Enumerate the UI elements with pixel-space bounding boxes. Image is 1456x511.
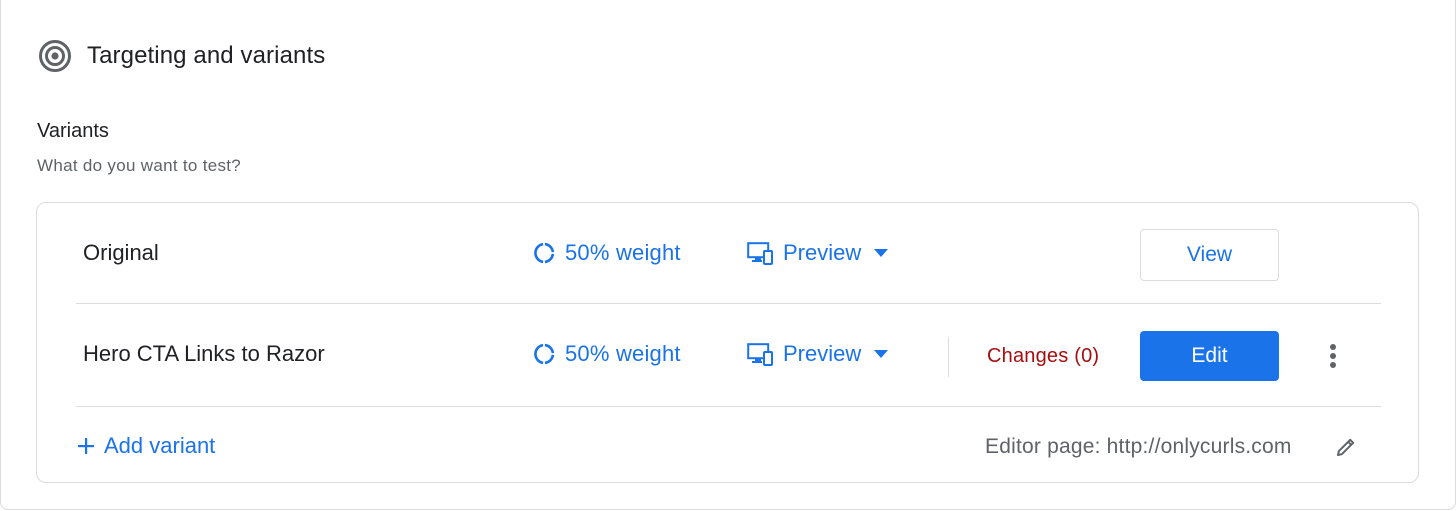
row-divider bbox=[76, 303, 1381, 304]
preview-label: Preview bbox=[783, 240, 862, 265]
changes-link[interactable]: Changes (0) bbox=[987, 345, 1099, 368]
variant-name: Original bbox=[83, 240, 159, 265]
vertical-separator bbox=[948, 337, 949, 377]
preview-dropdown[interactable]: Preview bbox=[747, 240, 889, 266]
variants-description: What do you want to test? bbox=[37, 156, 242, 175]
more-options-button[interactable] bbox=[1320, 341, 1346, 371]
view-button[interactable]: View bbox=[1140, 229, 1279, 281]
variant-name: Hero CTA Links to Razor bbox=[83, 341, 325, 366]
section-header: Targeting and variants bbox=[38, 38, 325, 74]
edit-button[interactable]: Edit bbox=[1140, 331, 1279, 381]
card-footer: Add variant Editor page: http://onlycurl… bbox=[37, 407, 1418, 483]
more-vert-icon bbox=[1330, 344, 1336, 368]
variants-card: Original 50% weight Preview View Hero CT… bbox=[36, 202, 1419, 483]
weight-label: 50% weight bbox=[565, 240, 681, 265]
add-variant-button[interactable]: Add variant bbox=[77, 433, 215, 459]
devices-icon bbox=[747, 343, 773, 366]
devices-icon bbox=[747, 242, 773, 265]
preview-dropdown[interactable]: Preview bbox=[747, 341, 889, 367]
editor-page-url: Editor page: http://onlycurls.com bbox=[985, 435, 1292, 458]
variant-row-original: Original 50% weight Preview View bbox=[37, 204, 1418, 304]
caret-down-icon bbox=[874, 249, 889, 257]
plus-icon bbox=[78, 438, 94, 454]
weight-pie-icon bbox=[534, 242, 555, 264]
preview-label: Preview bbox=[783, 341, 862, 366]
variants-heading: Variants bbox=[37, 120, 109, 142]
section-title: Targeting and variants bbox=[87, 42, 326, 69]
variant-row-hero-cta: Hero CTA Links to Razor 50% weight Previ… bbox=[37, 305, 1418, 405]
weight-pie-icon bbox=[534, 343, 555, 365]
add-variant-label: Add variant bbox=[104, 433, 216, 458]
weight-control[interactable]: 50% weight bbox=[533, 240, 681, 266]
caret-down-icon bbox=[874, 350, 889, 358]
pencil-icon[interactable] bbox=[1335, 436, 1357, 458]
weight-control[interactable]: 50% weight bbox=[533, 341, 681, 367]
target-icon bbox=[39, 40, 71, 72]
weight-label: 50% weight bbox=[565, 341, 681, 366]
